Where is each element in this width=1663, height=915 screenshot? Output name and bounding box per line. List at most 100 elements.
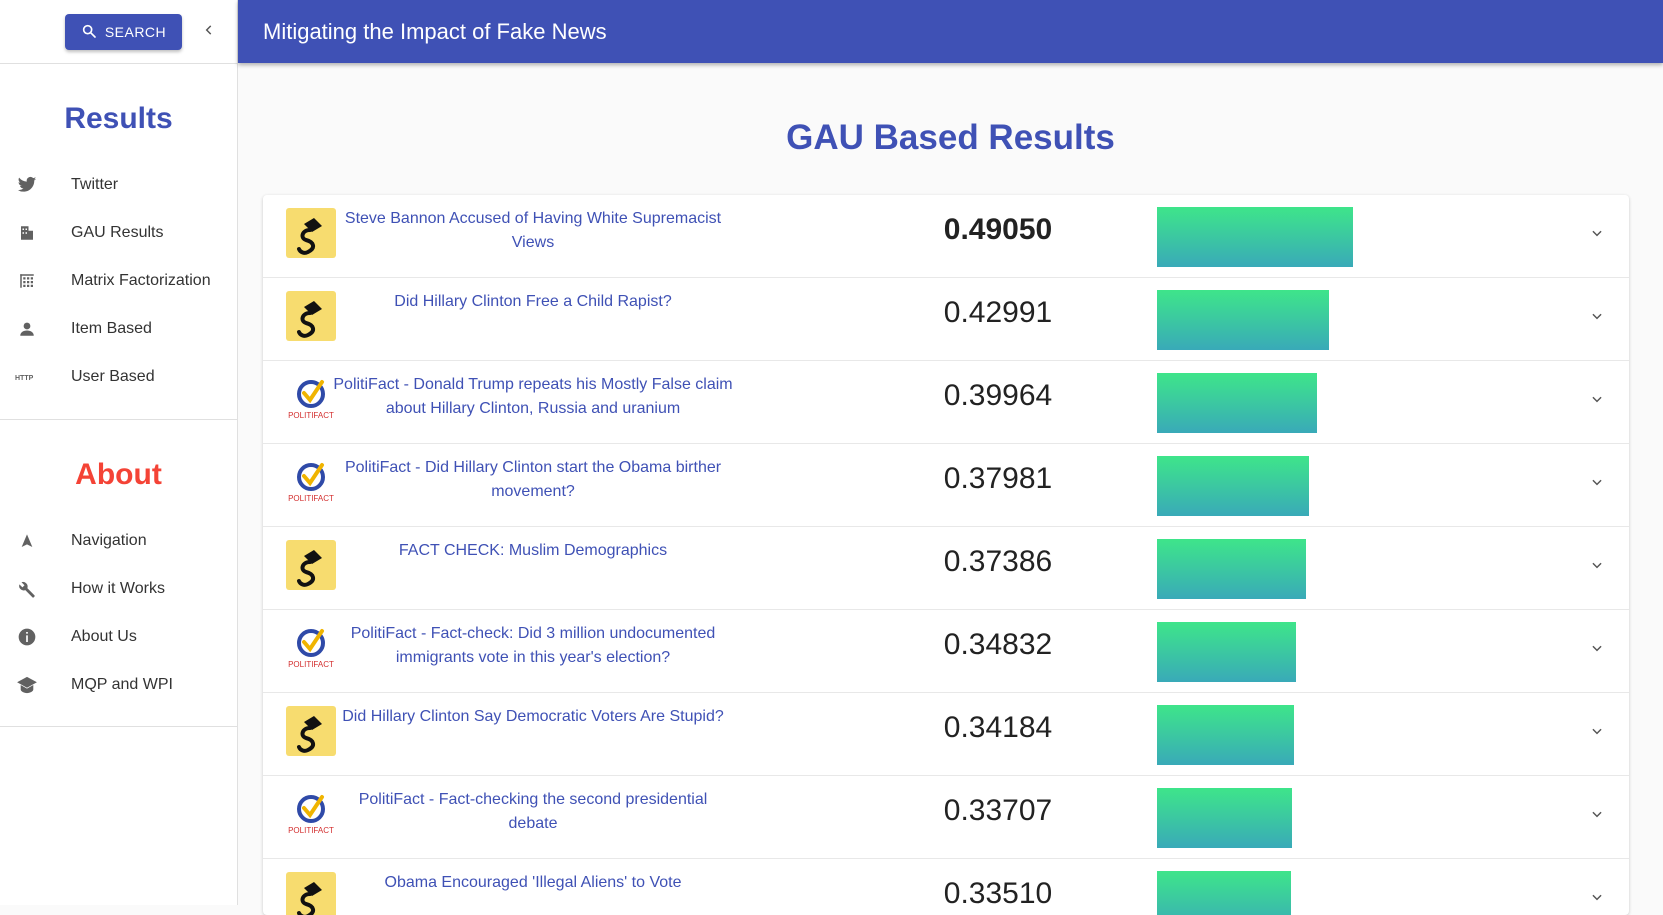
- result-score: 0.33707: [943, 794, 1053, 827]
- result-title-link[interactable]: PolitiFact - Fact-check: Did 3 million u…: [333, 622, 733, 670]
- result-title-link[interactable]: Obama Encouraged 'Illegal Aliens' to Vot…: [333, 871, 733, 895]
- expand-row-button[interactable]: [1585, 555, 1609, 579]
- nav-item-mqp-and-wpi[interactable]: MQP and WPI: [0, 661, 237, 709]
- politifact-logo-icon: POLITIFACT: [286, 623, 336, 673]
- results-nav: Twitter GAU Results Matrix Factorization…: [0, 161, 237, 401]
- result-row[interactable]: POLITIFACT PolitiFact - Donald Trump repe…: [263, 361, 1629, 444]
- nav-item-matrix-factorization[interactable]: Matrix Factorization: [0, 257, 237, 305]
- chevron-down-icon: [1590, 724, 1604, 743]
- politifact-logo-icon: POLITIFACT: [286, 789, 336, 839]
- collapse-sidebar-button[interactable]: [197, 20, 221, 44]
- expand-row-button[interactable]: [1585, 804, 1609, 828]
- result-score: 0.37386: [943, 545, 1053, 578]
- nav-item-gau-results[interactable]: GAU Results: [0, 209, 237, 257]
- snopes-logo-icon: [286, 872, 336, 915]
- about-nav: Navigation How it Works About Us MQP and…: [0, 517, 237, 709]
- results-heading: Results: [64, 102, 173, 135]
- results-section: Results Twitter GAU Results Matrix Facto…: [0, 64, 237, 420]
- result-title-link[interactable]: Steve Bannon Accused of Having White Sup…: [333, 207, 733, 255]
- result-title-link[interactable]: Did Hillary Clinton Free a Child Rapist?: [333, 290, 733, 314]
- results-list: Steve Bannon Accused of Having White Sup…: [263, 195, 1629, 915]
- nav-item-navigation[interactable]: Navigation: [0, 517, 237, 565]
- result-score: 0.34184: [943, 711, 1053, 744]
- nav-label-gau-results: GAU Results: [71, 224, 164, 241]
- expand-row-button[interactable]: [1585, 472, 1609, 496]
- snopes-logo-icon: [286, 291, 336, 341]
- score-bar: [1157, 456, 1309, 516]
- result-row[interactable]: POLITIFACT PolitiFact - Fact-check: Did 3…: [263, 610, 1629, 693]
- politifact-logo-text: POLITIFACT: [288, 826, 334, 835]
- about-section: About Navigation How it Works About Us M…: [0, 420, 237, 727]
- snopes-logo-icon: [286, 208, 336, 258]
- result-score: 0.37981: [943, 462, 1053, 495]
- snopes-logo-icon: [286, 540, 336, 590]
- expand-row-button[interactable]: [1585, 887, 1609, 911]
- score-bar: [1157, 207, 1353, 267]
- result-score: 0.49050: [943, 213, 1053, 246]
- result-row[interactable]: Steve Bannon Accused of Having White Sup…: [263, 195, 1629, 278]
- sidebar: SEARCH Results Twitter GAU Results Matri…: [0, 0, 238, 905]
- result-score: 0.42991: [943, 296, 1053, 329]
- result-row[interactable]: POLITIFACT PolitiFact - Fact-checking the…: [263, 776, 1629, 859]
- politifact-logo-text: POLITIFACT: [288, 660, 334, 669]
- score-bar: [1157, 373, 1317, 433]
- about-heading: About: [75, 458, 162, 491]
- result-row[interactable]: Did Hillary Clinton Say Democratic Voter…: [263, 693, 1629, 776]
- search-icon: [81, 23, 97, 42]
- chevron-down-icon: [1590, 558, 1604, 577]
- score-bar: [1157, 705, 1294, 765]
- expand-row-button[interactable]: [1585, 638, 1609, 662]
- graduation-cap-icon: [15, 673, 39, 697]
- nav-label-about-us: About Us: [71, 628, 137, 645]
- sidebar-header: SEARCH: [0, 0, 237, 64]
- result-title-link[interactable]: PolitiFact - Donald Trump repeats his Mo…: [333, 373, 733, 421]
- page-title: GAU Based Results: [786, 118, 1115, 157]
- nav-item-how-it-works[interactable]: How it Works: [0, 565, 237, 613]
- nav-item-twitter[interactable]: Twitter: [0, 161, 237, 209]
- score-bar: [1157, 871, 1291, 915]
- info-icon: [15, 625, 39, 649]
- nav-label-navigation: Navigation: [71, 532, 147, 549]
- chevron-down-icon: [1590, 309, 1604, 328]
- score-bar: [1157, 788, 1292, 848]
- result-row[interactable]: FACT CHECK: Muslim Demographics 0.37386: [263, 527, 1629, 610]
- nav-item-user-based[interactable]: HTTP User Based: [0, 353, 237, 401]
- chevron-down-icon: [1590, 475, 1604, 494]
- grid-icon: [15, 269, 39, 293]
- building-icon: [15, 221, 39, 245]
- score-bar: [1157, 539, 1306, 599]
- svg-text:HTTP: HTTP: [15, 375, 34, 382]
- result-title-link[interactable]: PolitiFact - Fact-checking the second pr…: [333, 788, 733, 836]
- nav-label-item-based: Item Based: [71, 320, 152, 337]
- wrench-icon: [15, 577, 39, 601]
- nav-label-matrix-factorization: Matrix Factorization: [71, 272, 211, 289]
- app-bar: Mitigating the Impact of Fake News: [238, 0, 1663, 63]
- result-score: 0.34832: [943, 628, 1053, 661]
- app-title: Mitigating the Impact of Fake News: [263, 18, 607, 44]
- politifact-logo-text: POLITIFACT: [288, 494, 334, 503]
- nav-label-user-based: User Based: [71, 368, 155, 385]
- chevron-down-icon: [1590, 807, 1604, 826]
- chevron-down-icon: [1590, 392, 1604, 411]
- result-score: 0.39964: [943, 379, 1053, 412]
- expand-row-button[interactable]: [1585, 721, 1609, 745]
- nav-label-twitter: Twitter: [71, 176, 119, 193]
- result-title-link[interactable]: PolitiFact - Did Hillary Clinton start t…: [333, 456, 733, 504]
- result-title-link[interactable]: FACT CHECK: Muslim Demographics: [333, 539, 733, 563]
- result-score: 0.33510: [943, 877, 1053, 910]
- expand-row-button[interactable]: [1585, 306, 1609, 330]
- politifact-logo-icon: POLITIFACT: [286, 457, 336, 507]
- result-title-link[interactable]: Did Hillary Clinton Say Democratic Voter…: [333, 705, 733, 729]
- result-row[interactable]: POLITIFACT PolitiFact - Did Hillary Clint…: [263, 444, 1629, 527]
- nav-item-item-based[interactable]: Item Based: [0, 305, 237, 353]
- expand-row-button[interactable]: [1585, 389, 1609, 413]
- result-row[interactable]: Obama Encouraged 'Illegal Aliens' to Vot…: [263, 859, 1629, 915]
- nav-item-about-us[interactable]: About Us: [0, 613, 237, 661]
- result-row[interactable]: Did Hillary Clinton Free a Child Rapist?…: [263, 278, 1629, 361]
- expand-row-button[interactable]: [1585, 223, 1609, 247]
- navigation-arrow-icon: [15, 529, 39, 553]
- search-button[interactable]: SEARCH: [65, 14, 182, 50]
- nav-label-how-it-works: How it Works: [71, 580, 165, 597]
- score-bar: [1157, 622, 1296, 682]
- chevron-down-icon: [1590, 226, 1604, 245]
